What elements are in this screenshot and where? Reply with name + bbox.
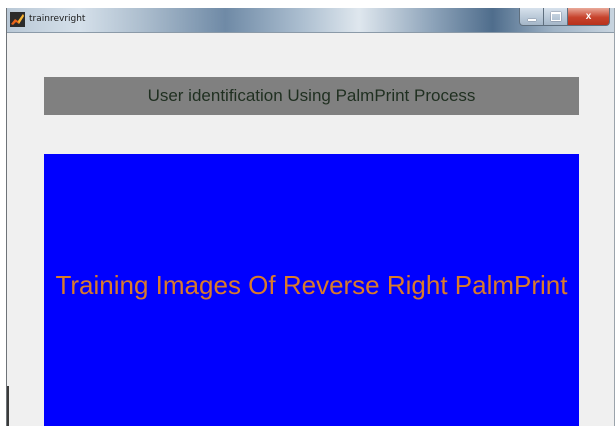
minimize-icon <box>527 18 536 21</box>
panel-title: Training Images Of Reverse Right PalmPri… <box>55 270 568 300</box>
app-window: trainrevright x User identification Usin… <box>6 8 615 426</box>
close-icon: x <box>585 11 592 22</box>
training-images-panel: Training Images Of Reverse Right PalmPri… <box>44 154 579 426</box>
close-button[interactable]: x <box>568 8 610 26</box>
maximize-button[interactable] <box>544 8 568 26</box>
matlab-figure-icon <box>10 12 25 27</box>
maximize-icon <box>550 12 561 21</box>
header-banner: User identification Using PalmPrint Proc… <box>44 77 579 115</box>
minimize-button[interactable] <box>519 8 544 26</box>
window-edge-divider <box>7 386 9 426</box>
title-bar[interactable]: trainrevright x <box>7 8 614 33</box>
header-title: User identification Using PalmPrint Proc… <box>147 86 476 105</box>
window-title: trainrevright <box>29 14 86 24</box>
window-controls: x <box>519 8 610 27</box>
